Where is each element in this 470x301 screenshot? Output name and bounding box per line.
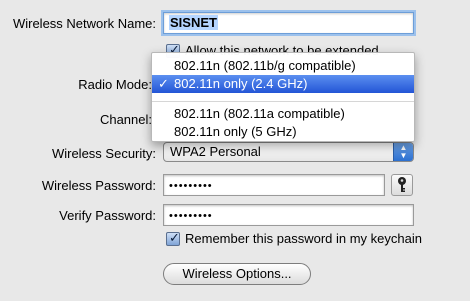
network-name-row: Wireless Network Name: SISNET bbox=[0, 12, 470, 36]
radio-mode-menu: 802.11n (802.11b/g compatible) ✓ 802.11n… bbox=[151, 52, 415, 142]
security-label: Wireless Security: bbox=[51, 146, 156, 161]
checkmark-icon: ✓ bbox=[169, 230, 180, 245]
verify-password-input[interactable]: ••••••••• bbox=[163, 204, 414, 226]
network-name-input[interactable]: SISNET bbox=[163, 12, 414, 34]
network-name-label: Wireless Network Name: bbox=[12, 16, 156, 31]
verify-password-label: Verify Password: bbox=[59, 208, 156, 223]
wireless-options-button[interactable]: Wireless Options... bbox=[163, 263, 311, 285]
checkmark-icon: ✓ bbox=[158, 76, 169, 91]
menu-item-n-only-5ghz[interactable]: 802.11n only (5 GHz) bbox=[152, 123, 414, 141]
menu-item-label: 802.11n (802.11b/g compatible) bbox=[174, 58, 356, 73]
channel-label: Channel: bbox=[99, 112, 152, 127]
menu-separator bbox=[152, 101, 414, 102]
menu-item-label: 802.11n only (2.4 GHz) bbox=[174, 76, 308, 91]
verify-password-value: ••••••••• bbox=[169, 210, 213, 222]
password-row: Wireless Password: ••••••••• bbox=[0, 174, 470, 198]
remember-password-checkbox[interactable]: ✓ bbox=[166, 230, 180, 246]
network-name-value: SISNET bbox=[169, 15, 218, 30]
menu-item-label: 802.11n (802.11a compatible) bbox=[174, 106, 345, 121]
verify-password-row: Verify Password: ••••••••• bbox=[0, 204, 470, 228]
keychain-key-icon bbox=[398, 177, 406, 192]
menu-item-a-compatible[interactable]: 802.11n (802.11a compatible) bbox=[152, 105, 414, 123]
keychain-button[interactable] bbox=[391, 174, 413, 196]
popup-arrows-icon: ▲ ▼ bbox=[393, 143, 413, 161]
remember-password-label[interactable]: Remember this password in my keychain bbox=[185, 231, 422, 246]
menu-item-label: 802.11n only (5 GHz) bbox=[174, 124, 297, 139]
security-popup[interactable]: WPA2 Personal ▲ ▼ bbox=[163, 142, 414, 162]
security-row: Wireless Security: WPA2 Personal ▲ ▼ bbox=[0, 142, 470, 166]
security-value: WPA2 Personal bbox=[170, 144, 261, 159]
password-value: ••••••••• bbox=[169, 180, 213, 192]
menu-item-bg-compatible[interactable]: 802.11n (802.11b/g compatible) bbox=[152, 57, 414, 75]
password-label: Wireless Password: bbox=[41, 178, 156, 193]
radio-mode-label: Radio Mode: bbox=[78, 77, 152, 92]
menu-item-n-only-24ghz[interactable]: ✓ 802.11n only (2.4 GHz) bbox=[152, 75, 414, 93]
password-input[interactable]: ••••••••• bbox=[163, 174, 385, 196]
